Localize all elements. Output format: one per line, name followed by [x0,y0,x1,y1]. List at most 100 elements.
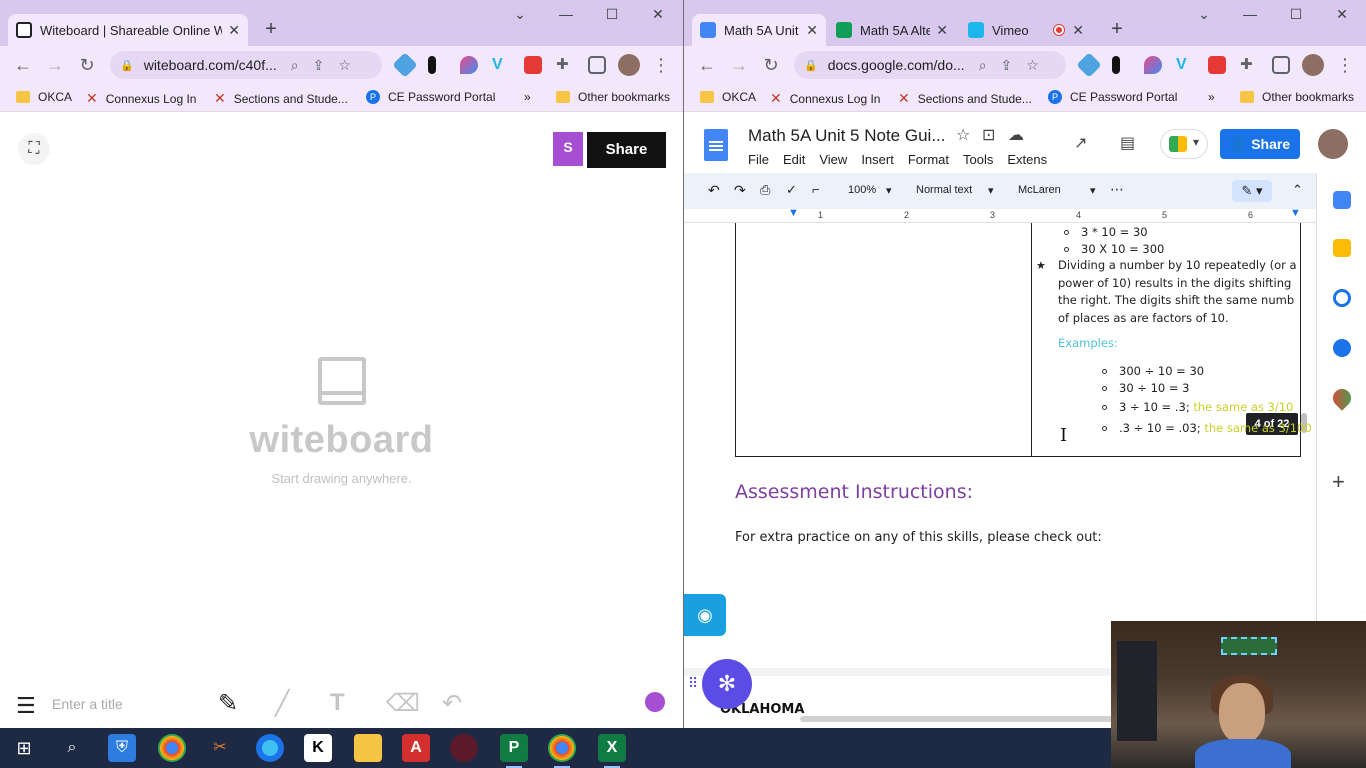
chevron-down-icon[interactable]: ⌄ [1182,6,1226,23]
browser-menu-icon[interactable]: ⋮ [650,55,672,75]
extension-drop-icon[interactable] [460,56,478,74]
file-explorer-icon[interactable] [354,734,382,762]
undo-icon[interactable]: ↶ [708,182,720,199]
bookmark-ce-portal[interactable]: P CE Password Portal [366,90,495,104]
comments-icon[interactable]: ▤ [1120,133,1135,153]
paragraph-style-select[interactable]: Normal text [916,184,972,196]
editing-mode-pencil-icon[interactable]: ✎ ▾ [1232,180,1272,202]
move-folder-icon[interactable]: ⊡ [982,125,995,145]
menu-insert[interactable]: Insert [861,152,894,167]
minimize-button[interactable]: — [1228,6,1272,22]
left-indent-marker-icon[interactable]: ▼ [788,207,799,219]
screen-recorder-button[interactable]: ◉ [684,594,726,636]
maximize-button[interactable]: ☐ [590,6,634,23]
zoom-icon[interactable]: ⌕ [291,57,299,74]
text-tool-icon[interactable]: T [330,689,345,717]
profile-avatar[interactable] [618,54,640,76]
cloud-saved-icon[interactable]: ☁ [1008,125,1024,145]
hamburger-menu-icon[interactable]: ☰ [16,693,36,719]
address-bar[interactable]: 🔒 docs.google.com/do... ⌕ ⇪ ☆ [794,51,1066,79]
close-window-button[interactable]: ✕ [636,6,680,23]
bookmark-connexus[interactable]: ✕ Connexus Log In [86,90,196,107]
bookmarks-overflow-button[interactable]: » [1208,90,1215,104]
calendar-icon[interactable] [1333,191,1351,209]
share-page-icon[interactable]: ⇪ [313,57,325,74]
line-tool-icon[interactable]: ╱ [275,689,289,718]
extension-drop-icon[interactable] [1144,56,1162,74]
snipping-tool-icon[interactable]: ✂ [206,734,234,762]
app-icon[interactable] [450,734,478,762]
defender-icon[interactable]: ⛨ [108,734,136,762]
close-tab-icon[interactable]: ✕ [936,22,948,39]
maps-icon[interactable] [1329,385,1355,411]
close-tab-icon[interactable]: ✕ [228,22,240,39]
account-avatar[interactable] [1318,129,1348,159]
bookmark-okca[interactable]: OKCA [16,90,72,104]
tab-witeboard[interactable]: Witeboard | Shareable Online Wh ✕ [8,14,248,46]
extension-red-icon[interactable] [1208,56,1226,74]
chevron-down-icon[interactable]: ▾ [886,184,892,197]
bookmark-sections[interactable]: ✕ Sections and Stude... [898,90,1032,107]
puzzle-extensions-icon[interactable]: ✚ [556,56,574,74]
acrobat-icon[interactable]: A [402,734,430,762]
new-tab-button[interactable]: + [1104,16,1130,42]
bookmark-sections[interactable]: ✕ Sections and Stude... [214,90,348,107]
fullscreen-expand-icon[interactable]: ⛶ [18,133,50,165]
collapse-toolbar-icon[interactable]: ⌃ [1292,182,1303,198]
menu-view[interactable]: View [819,152,847,167]
keep-icon[interactable] [1333,239,1351,257]
witeboard-canvas[interactable]: ⛶ S Share witeboard Start drawing anywhe… [0,113,683,728]
share-page-icon[interactable]: ⇪ [1001,57,1013,74]
kindle-icon[interactable]: K [304,734,332,762]
browser-menu-icon[interactable]: ⋮ [1334,55,1356,75]
new-tab-button[interactable]: + [258,16,284,42]
edge-icon[interactable] [256,734,284,762]
vimeo-icon[interactable]: V [1176,56,1194,74]
menu-extensions[interactable]: Extens [1007,152,1047,167]
tab-math-5a-unit[interactable]: Math 5A Unit ✕ [692,14,826,46]
reload-icon[interactable]: ↻ [76,55,98,75]
meet-button[interactable]: ▾ [1160,129,1208,159]
maximize-button[interactable]: ☐ [1274,6,1318,23]
redo-icon[interactable]: ↷ [734,182,746,199]
tasks-icon[interactable] [1333,289,1351,307]
extension-diamond-icon[interactable] [1076,52,1102,78]
chevron-down-icon[interactable]: ▾ [988,184,994,197]
side-panel-icon[interactable] [1272,56,1290,74]
address-bar[interactable]: 🔒 witeboard.com/c40f... ⌕ ⇪ ☆ [110,51,382,79]
document-title[interactable]: Math 5A Unit 5 Note Gui... [748,126,945,146]
docs-share-button[interactable]: 👤 Share [1220,129,1300,159]
activity-trend-icon[interactable]: ↗ [1074,133,1087,153]
bookmark-connexus[interactable]: ✕ Connexus Log In [770,90,880,107]
profile-avatar[interactable] [1302,54,1324,76]
menu-file[interactable]: File [748,152,769,167]
close-tab-icon[interactable]: ✕ [1072,22,1084,39]
menu-edit[interactable]: Edit [783,152,805,167]
microphone-icon[interactable] [1112,56,1120,74]
chrome-active-icon[interactable] [548,734,576,768]
user-avatar[interactable]: S [553,132,583,166]
right-indent-marker-icon[interactable]: ▼ [1290,207,1301,219]
windows-start-icon[interactable]: ⊞ [10,734,38,762]
document-page[interactable]: 3 * 10 = 30 30 X 10 = 300 ★ Dividing a n… [684,223,1314,668]
extension-red-icon[interactable] [524,56,542,74]
title-input[interactable]: Enter a title [52,696,123,712]
chrome-icon[interactable] [158,734,186,762]
pencil-icon[interactable]: ✎ [218,689,238,718]
forward-arrow-icon[interactable]: → [728,55,750,75]
minimize-button[interactable]: — [544,6,588,22]
eraser-icon[interactable]: ⌫ [386,689,420,718]
reload-icon[interactable]: ↻ [760,55,782,75]
bookmarks-overflow-button[interactable]: » [524,90,531,104]
ruler[interactable]: ▼ 1 2 3 4 5 6 ▼ [684,207,1318,223]
tab-vimeo[interactable]: Vimeo ✕ [960,14,1092,46]
microphone-icon[interactable] [428,56,436,74]
chevron-down-icon[interactable]: ⌄ [498,6,542,23]
forward-arrow-icon[interactable]: → [44,55,66,75]
back-arrow-icon[interactable]: ← [696,55,718,75]
back-arrow-icon[interactable]: ← [12,55,34,75]
share-button[interactable]: Share [587,132,666,168]
extension-diamond-icon[interactable] [392,52,418,78]
tab-math-5a-alte[interactable]: Math 5A Alte ✕ [828,14,956,46]
bookmark-ce-portal[interactable]: P CE Password Portal [1048,90,1177,104]
